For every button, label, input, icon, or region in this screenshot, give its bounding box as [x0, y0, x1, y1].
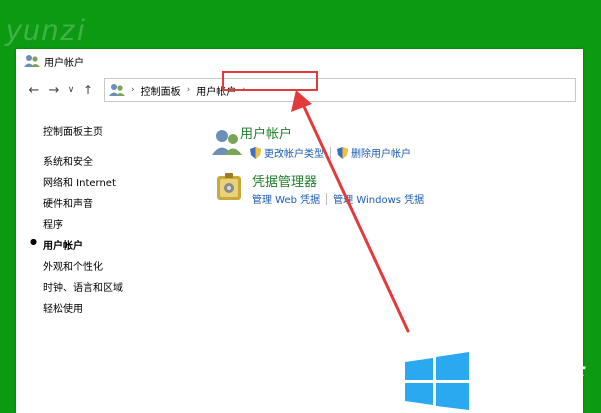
brand-name: 飞飞系统: [475, 362, 584, 392]
brand-url: www.feifeixitong.com: [483, 397, 580, 407]
site-watermark-logo: 飞飞系统 www.feifeixitong.com: [403, 352, 598, 410]
windows-logo-icon: [405, 352, 469, 410]
